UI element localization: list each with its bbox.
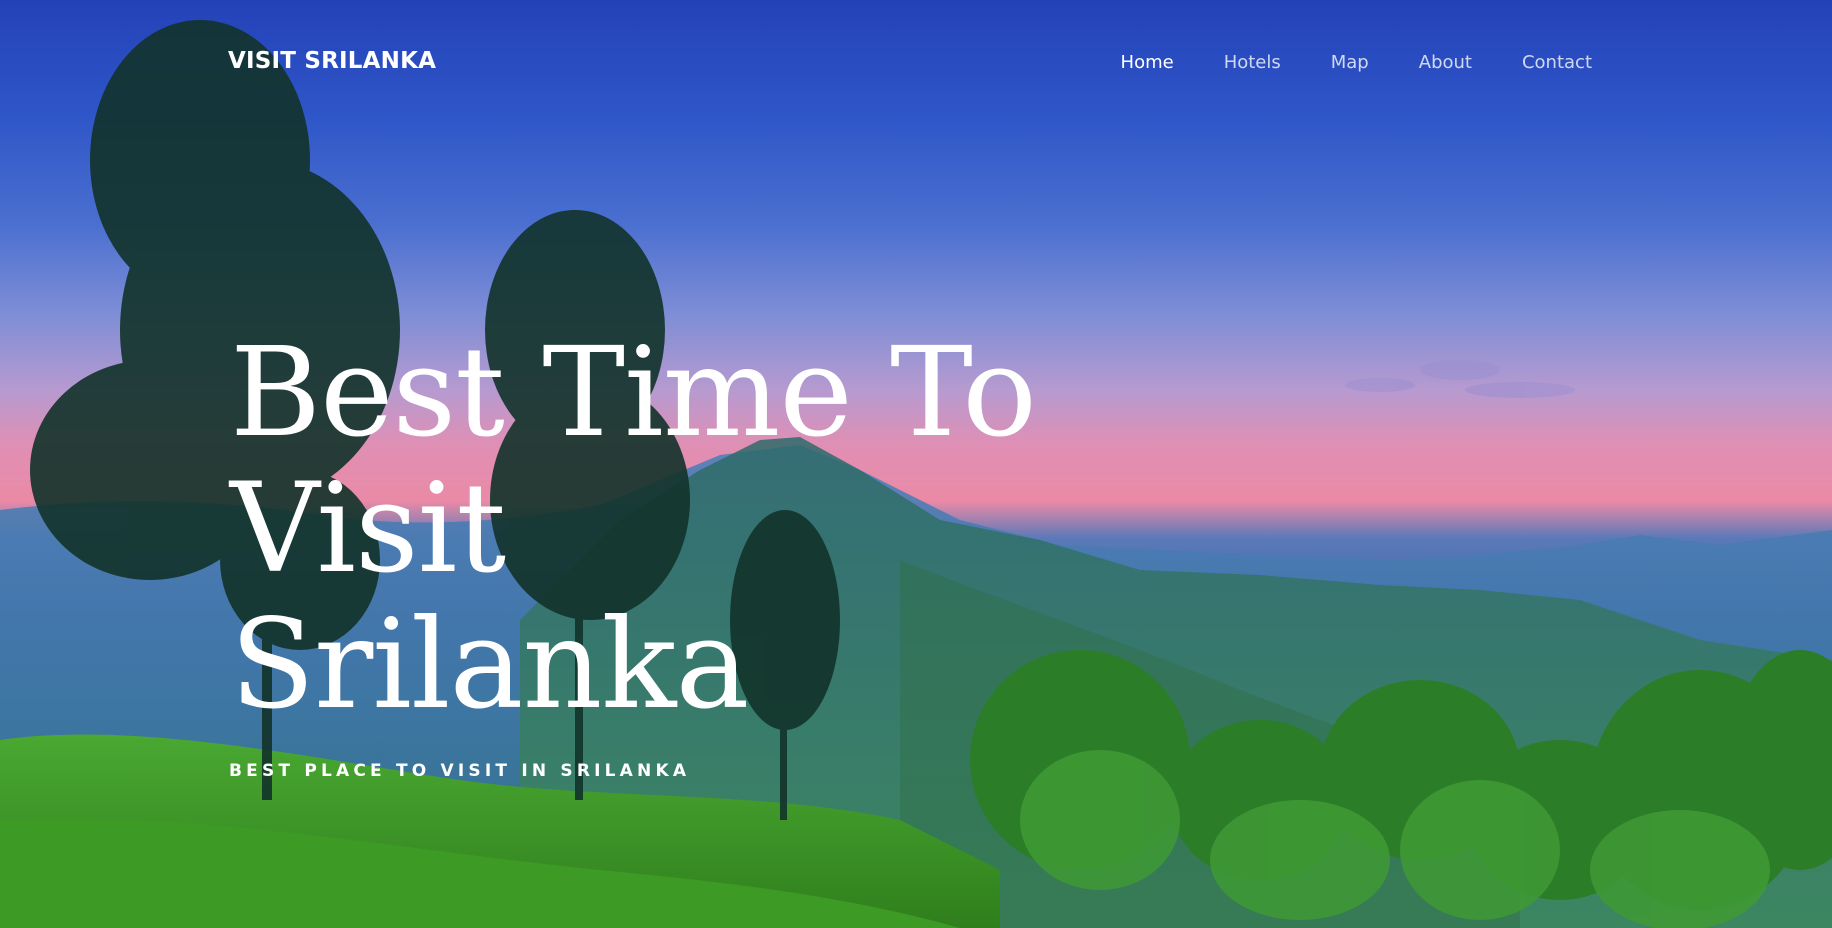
hero-headline-line-3: Srilanka: [230, 593, 749, 737]
hero-headline: Best Time To Visit Srilanka: [230, 325, 1130, 733]
nav-link-about[interactable]: About: [1419, 52, 1472, 73]
top-navbar: VISIT SRILANKA Home Hotels Map About Con…: [0, 0, 1832, 128]
hero-headline-line-1: Best Time To: [230, 321, 1037, 465]
nav-link-map[interactable]: Map: [1331, 52, 1369, 73]
hero-headline-line-2: Visit: [230, 457, 506, 601]
nav-link-contact[interactable]: Contact: [1522, 52, 1592, 73]
main-nav: Home Hotels Map About Contact: [1121, 52, 1592, 73]
hero-subheading: BEST PLACE TO VISIT IN SRILANKA: [229, 761, 691, 781]
hero-section: VISIT SRILANKA Home Hotels Map About Con…: [0, 0, 1832, 928]
brand-logo-text[interactable]: VISIT SRILANKA: [228, 48, 436, 74]
nav-link-home[interactable]: Home: [1121, 52, 1174, 73]
nav-link-hotels[interactable]: Hotels: [1224, 52, 1281, 73]
